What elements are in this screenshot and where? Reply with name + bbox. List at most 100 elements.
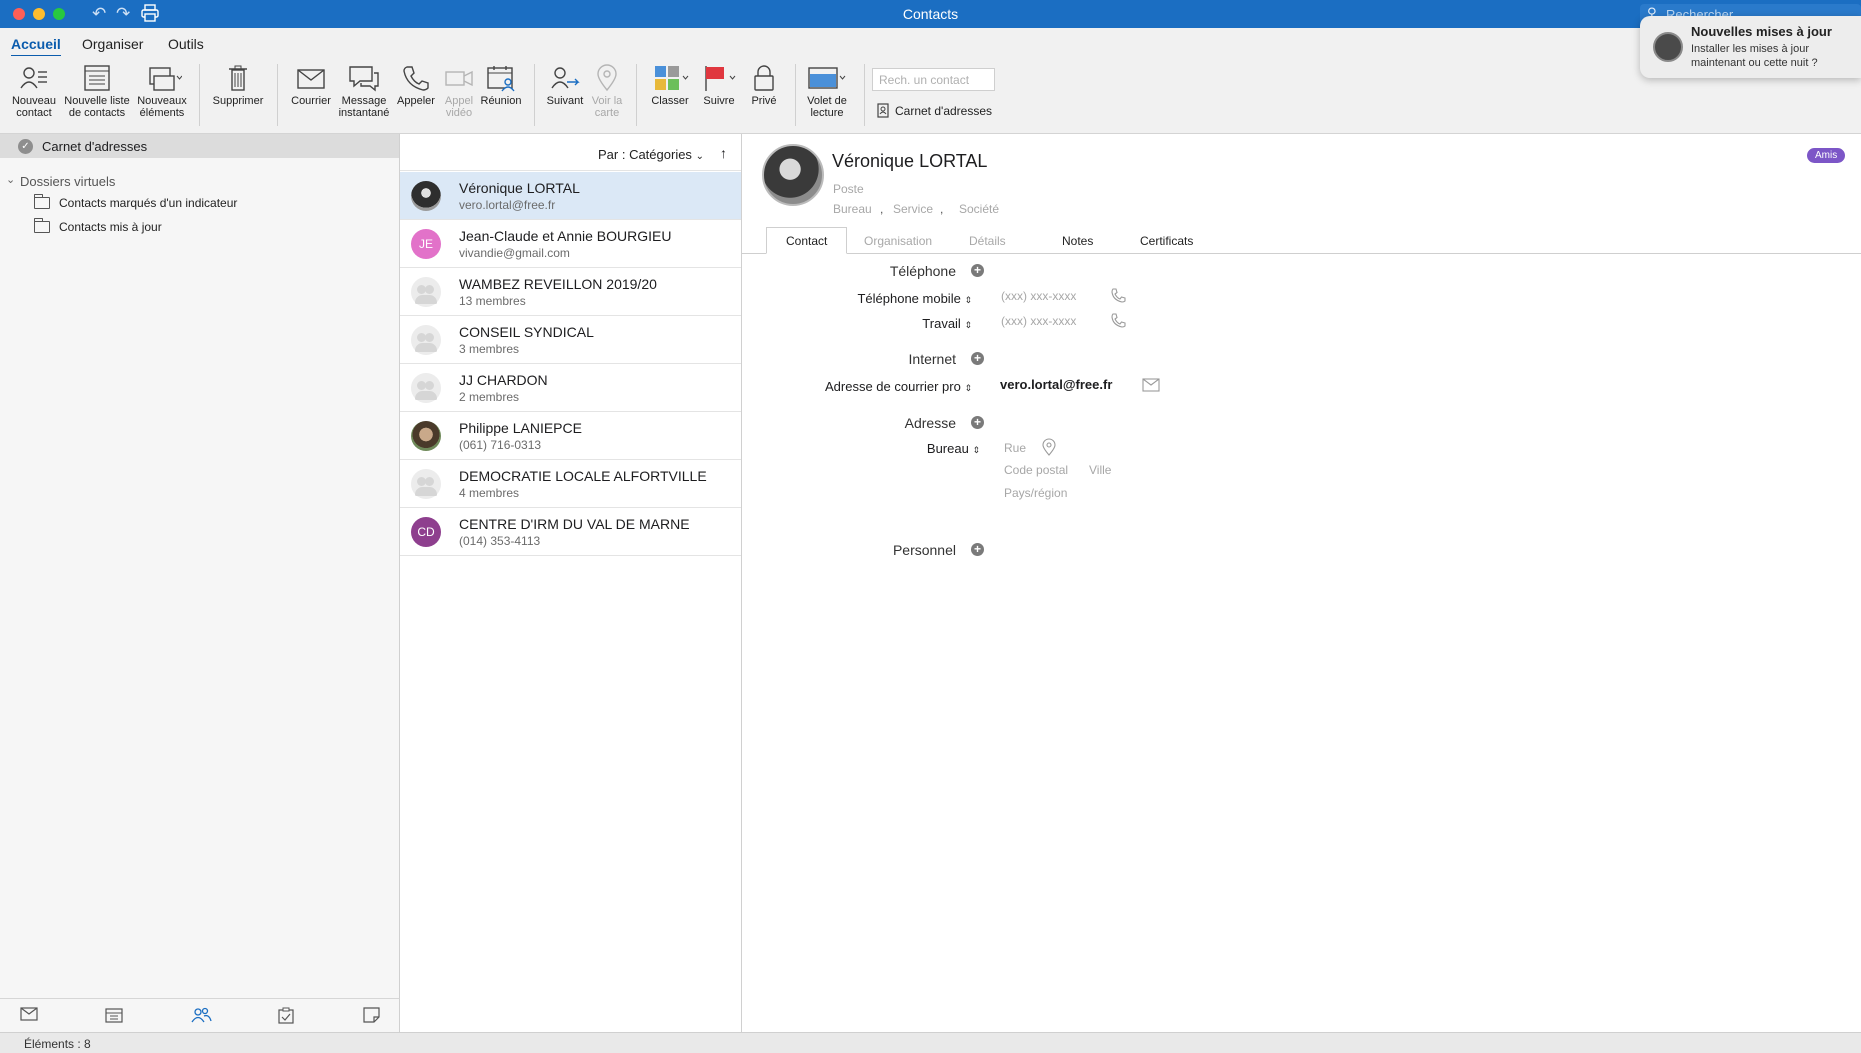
address-type-label[interactable]: Bureau ⇕	[740, 441, 980, 456]
update-notification[interactable]: Nouvelles mises à jour Installer les mis…	[1640, 16, 1861, 78]
new-contact-button[interactable]: Nouveau contact	[6, 64, 62, 119]
email-label-text: Adresse de courrier pro	[824, 379, 961, 394]
lock-icon	[754, 65, 774, 91]
company-field[interactable]: Société	[959, 202, 999, 216]
people-nav-icon[interactable]	[190, 1007, 212, 1026]
private-label: Privé	[751, 95, 777, 107]
tab-notes[interactable]: Notes	[1062, 234, 1093, 248]
contact-list-item[interactable]: Philippe LANIEPCE (061) 716-0313	[400, 412, 741, 460]
office-field[interactable]: Bureau	[833, 202, 872, 216]
follow-button[interactable]: Suivant	[542, 64, 588, 107]
contact-name-heading[interactable]: Véronique LORTAL	[832, 151, 987, 172]
contact-list-item[interactable]: Véronique LORTAL vero.lortal@free.fr	[400, 172, 741, 220]
categorize-icon	[655, 66, 689, 90]
contact-list-item[interactable]: CONSEIL SYNDICAL 3 membres	[400, 316, 741, 364]
contact-list-item[interactable]: DEMOCRATIE LOCALE ALFORTVILLE 4 membres	[400, 460, 741, 508]
trash-icon	[229, 65, 247, 91]
separator-comma: ,	[880, 202, 884, 216]
contact-subtitle: 2 membres	[459, 390, 520, 404]
delete-button[interactable]: Supprimer	[208, 64, 268, 107]
separator-comma: ,	[940, 202, 944, 216]
country-field[interactable]: Pays/région	[1004, 486, 1067, 500]
work-label[interactable]: Travail ⇕	[732, 316, 972, 331]
sort-dropdown[interactable]: Par : Catégories ⌄	[598, 147, 704, 162]
tab-organiser[interactable]: Organiser	[82, 36, 143, 52]
work-phone-field[interactable]: (xxx) xxx-xxxx	[1001, 314, 1076, 328]
contact-name: Jean-Claude et Annie BOURGIEU	[459, 228, 672, 244]
contact-name: WAMBEZ REVEILLON 2019/20	[459, 276, 657, 292]
street-field[interactable]: Rue	[1004, 441, 1026, 455]
mobile-phone-field[interactable]: (xxx) xxx-xxxx	[1001, 289, 1076, 303]
tab-contact[interactable]: Contact	[766, 227, 848, 254]
ribbon-separator	[795, 64, 796, 126]
sidebar-item-updated-contacts[interactable]: Contacts mis à jour	[34, 218, 162, 234]
contact-list-item[interactable]: CD CENTRE D'IRM DU VAL DE MARNE (014) 353-…	[400, 508, 741, 556]
ribbon-separator	[636, 64, 637, 126]
group-avatar-icon	[411, 277, 441, 307]
contact-list-item[interactable]: JJ CHARDON 2 membres	[400, 364, 741, 412]
tab-certificats[interactable]: Certificats	[1140, 234, 1193, 248]
add-internet-icon[interactable]: +	[971, 352, 984, 365]
sort-direction-icon[interactable]: ↑	[720, 145, 727, 161]
mail-button[interactable]: Courrier	[286, 64, 336, 107]
tab-accueil[interactable]: Accueil	[11, 36, 61, 58]
tab-organisation[interactable]: Organisation	[864, 234, 932, 248]
meeting-button[interactable]: Réunion	[478, 64, 524, 107]
email-label[interactable]: Adresse de courrier pro ⇕	[732, 379, 972, 394]
private-button[interactable]: Privé	[742, 64, 786, 107]
work-label-text: Travail	[922, 316, 961, 331]
sidebar-group-virtual-folders[interactable]: Dossiers virtuels	[20, 174, 115, 189]
chevron-down-icon[interactable]: ⌄	[6, 173, 15, 186]
categorize-button[interactable]: Classer	[644, 64, 696, 107]
contact-photo[interactable]	[762, 144, 824, 206]
add-address-icon[interactable]: +	[971, 416, 984, 429]
video-call-button[interactable]: Appel vidéo	[436, 64, 482, 119]
mobile-label[interactable]: Téléphone mobile ⇕	[732, 291, 972, 306]
tab-details[interactable]: Détails	[969, 234, 1006, 248]
city-field[interactable]: Ville	[1089, 463, 1111, 477]
up-down-icon: ⇕	[972, 445, 980, 455]
address-book-button[interactable]: Carnet d'adresses	[877, 103, 992, 118]
tab-outils[interactable]: Outils	[168, 36, 204, 52]
mail-nav-icon[interactable]	[20, 1007, 38, 1024]
map-pin-icon[interactable]	[1041, 438, 1057, 459]
im-label-1: Message	[341, 95, 387, 107]
contact-subtitle: 4 membres	[459, 486, 520, 500]
email-field[interactable]: vero.lortal@free.fr	[1000, 377, 1112, 392]
calendar-nav-icon[interactable]	[105, 1007, 123, 1026]
instant-message-button[interactable]: Message instantané	[337, 64, 391, 119]
call-button[interactable]: Appeler	[393, 64, 439, 107]
zip-field[interactable]: Code postal	[1004, 463, 1068, 477]
phone-icon[interactable]	[1110, 288, 1126, 307]
new-contact-list-button[interactable]: Nouvelle liste de contacts	[62, 64, 132, 119]
sidebar-item-flagged-contacts[interactable]: Contacts marqués d'un indicateur	[34, 194, 238, 210]
ribbon-separator	[534, 64, 535, 126]
list-header: Par : Catégories ⌄ ↑	[400, 134, 741, 171]
phone-icon[interactable]	[1110, 313, 1126, 332]
tasks-nav-icon[interactable]	[277, 1007, 295, 1027]
ribbon-tabs: Accueil Organiser Outils	[0, 28, 1861, 58]
new-items-icon	[149, 67, 182, 91]
contact-list-item[interactable]: WAMBEZ REVEILLON 2019/20 13 membres	[400, 268, 741, 316]
category-badge[interactable]: Amis	[1807, 148, 1846, 163]
folder-icon	[34, 194, 50, 209]
mail-icon[interactable]	[1142, 378, 1160, 395]
title-bar: ↶ ↷ Contacts ⚲ Rechercher	[0, 0, 1861, 28]
sidebar-item-address-book[interactable]: ✓ Carnet d'adresses	[0, 134, 399, 158]
contact-list-item[interactable]: JE Jean-Claude et Annie BOURGIEU vivandie@…	[400, 220, 741, 268]
follow-up-button[interactable]: Suivre	[697, 64, 741, 107]
contact-search-input[interactable]: Rech. un contact	[872, 68, 995, 91]
reading-pane-button[interactable]: Volet de lecture	[800, 64, 854, 119]
job-title-field[interactable]: Poste	[833, 182, 864, 196]
map-button[interactable]: Voir la carte	[585, 64, 629, 119]
notes-nav-icon[interactable]	[363, 1007, 380, 1026]
chat-icon	[349, 66, 379, 92]
reading-pane-icon	[808, 67, 846, 89]
add-phone-icon[interactable]: +	[971, 264, 984, 277]
group-avatar-icon	[411, 373, 441, 403]
new-items-button[interactable]: Nouveaux éléments	[134, 64, 190, 119]
photo-avatar	[411, 421, 441, 451]
sidebar-item-label: Contacts marqués d'un indicateur	[59, 196, 238, 210]
service-field[interactable]: Service	[893, 202, 933, 216]
add-personal-icon[interactable]: +	[971, 543, 984, 556]
